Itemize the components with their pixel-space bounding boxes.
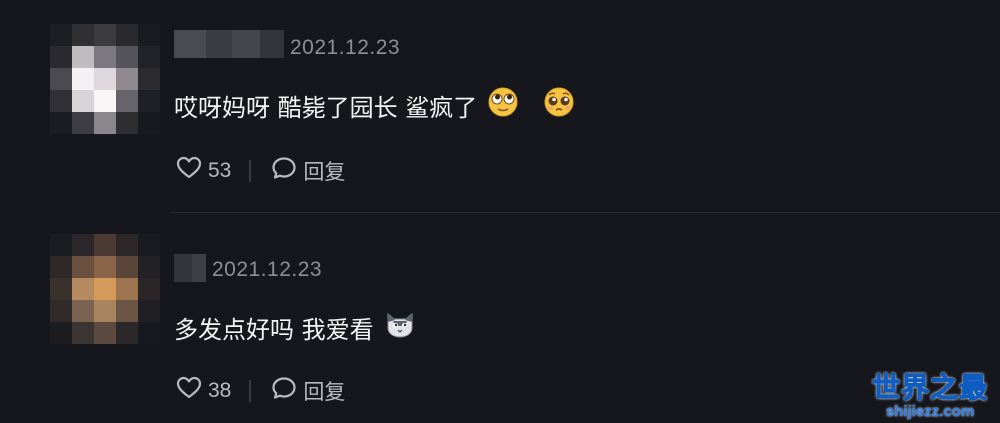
like-count: 53: [208, 159, 232, 182]
like-button[interactable]: 38: [176, 376, 231, 406]
site-watermark: 世界之最 shijiezz.com: [870, 371, 990, 420]
comment-date: 2021.12.23: [290, 36, 401, 59]
pleading-face-emoji: [543, 86, 575, 124]
watermark-url: shijiezz.com: [885, 403, 975, 420]
comment-body: 哎呀妈呀 酷毙了园长 鲨疯了: [174, 93, 478, 122]
action-divider: [249, 380, 252, 402]
reply-label: 回复: [303, 160, 346, 184]
comment-actions: 53 回复: [176, 156, 345, 186]
reply-button[interactable]: 回复: [271, 376, 345, 406]
cat-face-emoji: [384, 308, 416, 346]
reply-button[interactable]: 回复: [271, 156, 345, 186]
reply-label: 回复: [303, 380, 346, 404]
comment-item: 2021.12.23 多发点好吗 我爱看 38 回复: [0, 216, 1000, 423]
action-divider: [249, 160, 252, 182]
comment-text: 哎呀妈呀 酷毙了园长 鲨疯了: [174, 86, 575, 124]
comment-item: 2021.12.23 哎呀妈呀 酷毙了园长 鲨疯了 53 回复: [0, 0, 1000, 212]
watermark-title: 世界之最: [871, 371, 988, 404]
comment-body: 多发点好吗 我爱看: [174, 315, 374, 344]
comment-actions: 38 回复: [176, 376, 345, 406]
eyes-rolling-emoji: [487, 86, 519, 124]
username[interactable]: [174, 30, 284, 58]
heart-icon: [176, 376, 202, 406]
like-button[interactable]: 53: [176, 156, 231, 186]
comment-date: 2021.12.23: [212, 258, 323, 281]
comment-bubble-icon: [271, 376, 297, 406]
heart-icon: [176, 156, 202, 186]
username[interactable]: [174, 254, 206, 282]
comment-separator: [170, 212, 1000, 213]
like-count: 38: [208, 379, 232, 402]
avatar[interactable]: [50, 24, 160, 134]
avatar[interactable]: [50, 234, 160, 344]
comment-text: 多发点好吗 我爱看: [174, 308, 416, 346]
comment-bubble-icon: [271, 156, 297, 186]
